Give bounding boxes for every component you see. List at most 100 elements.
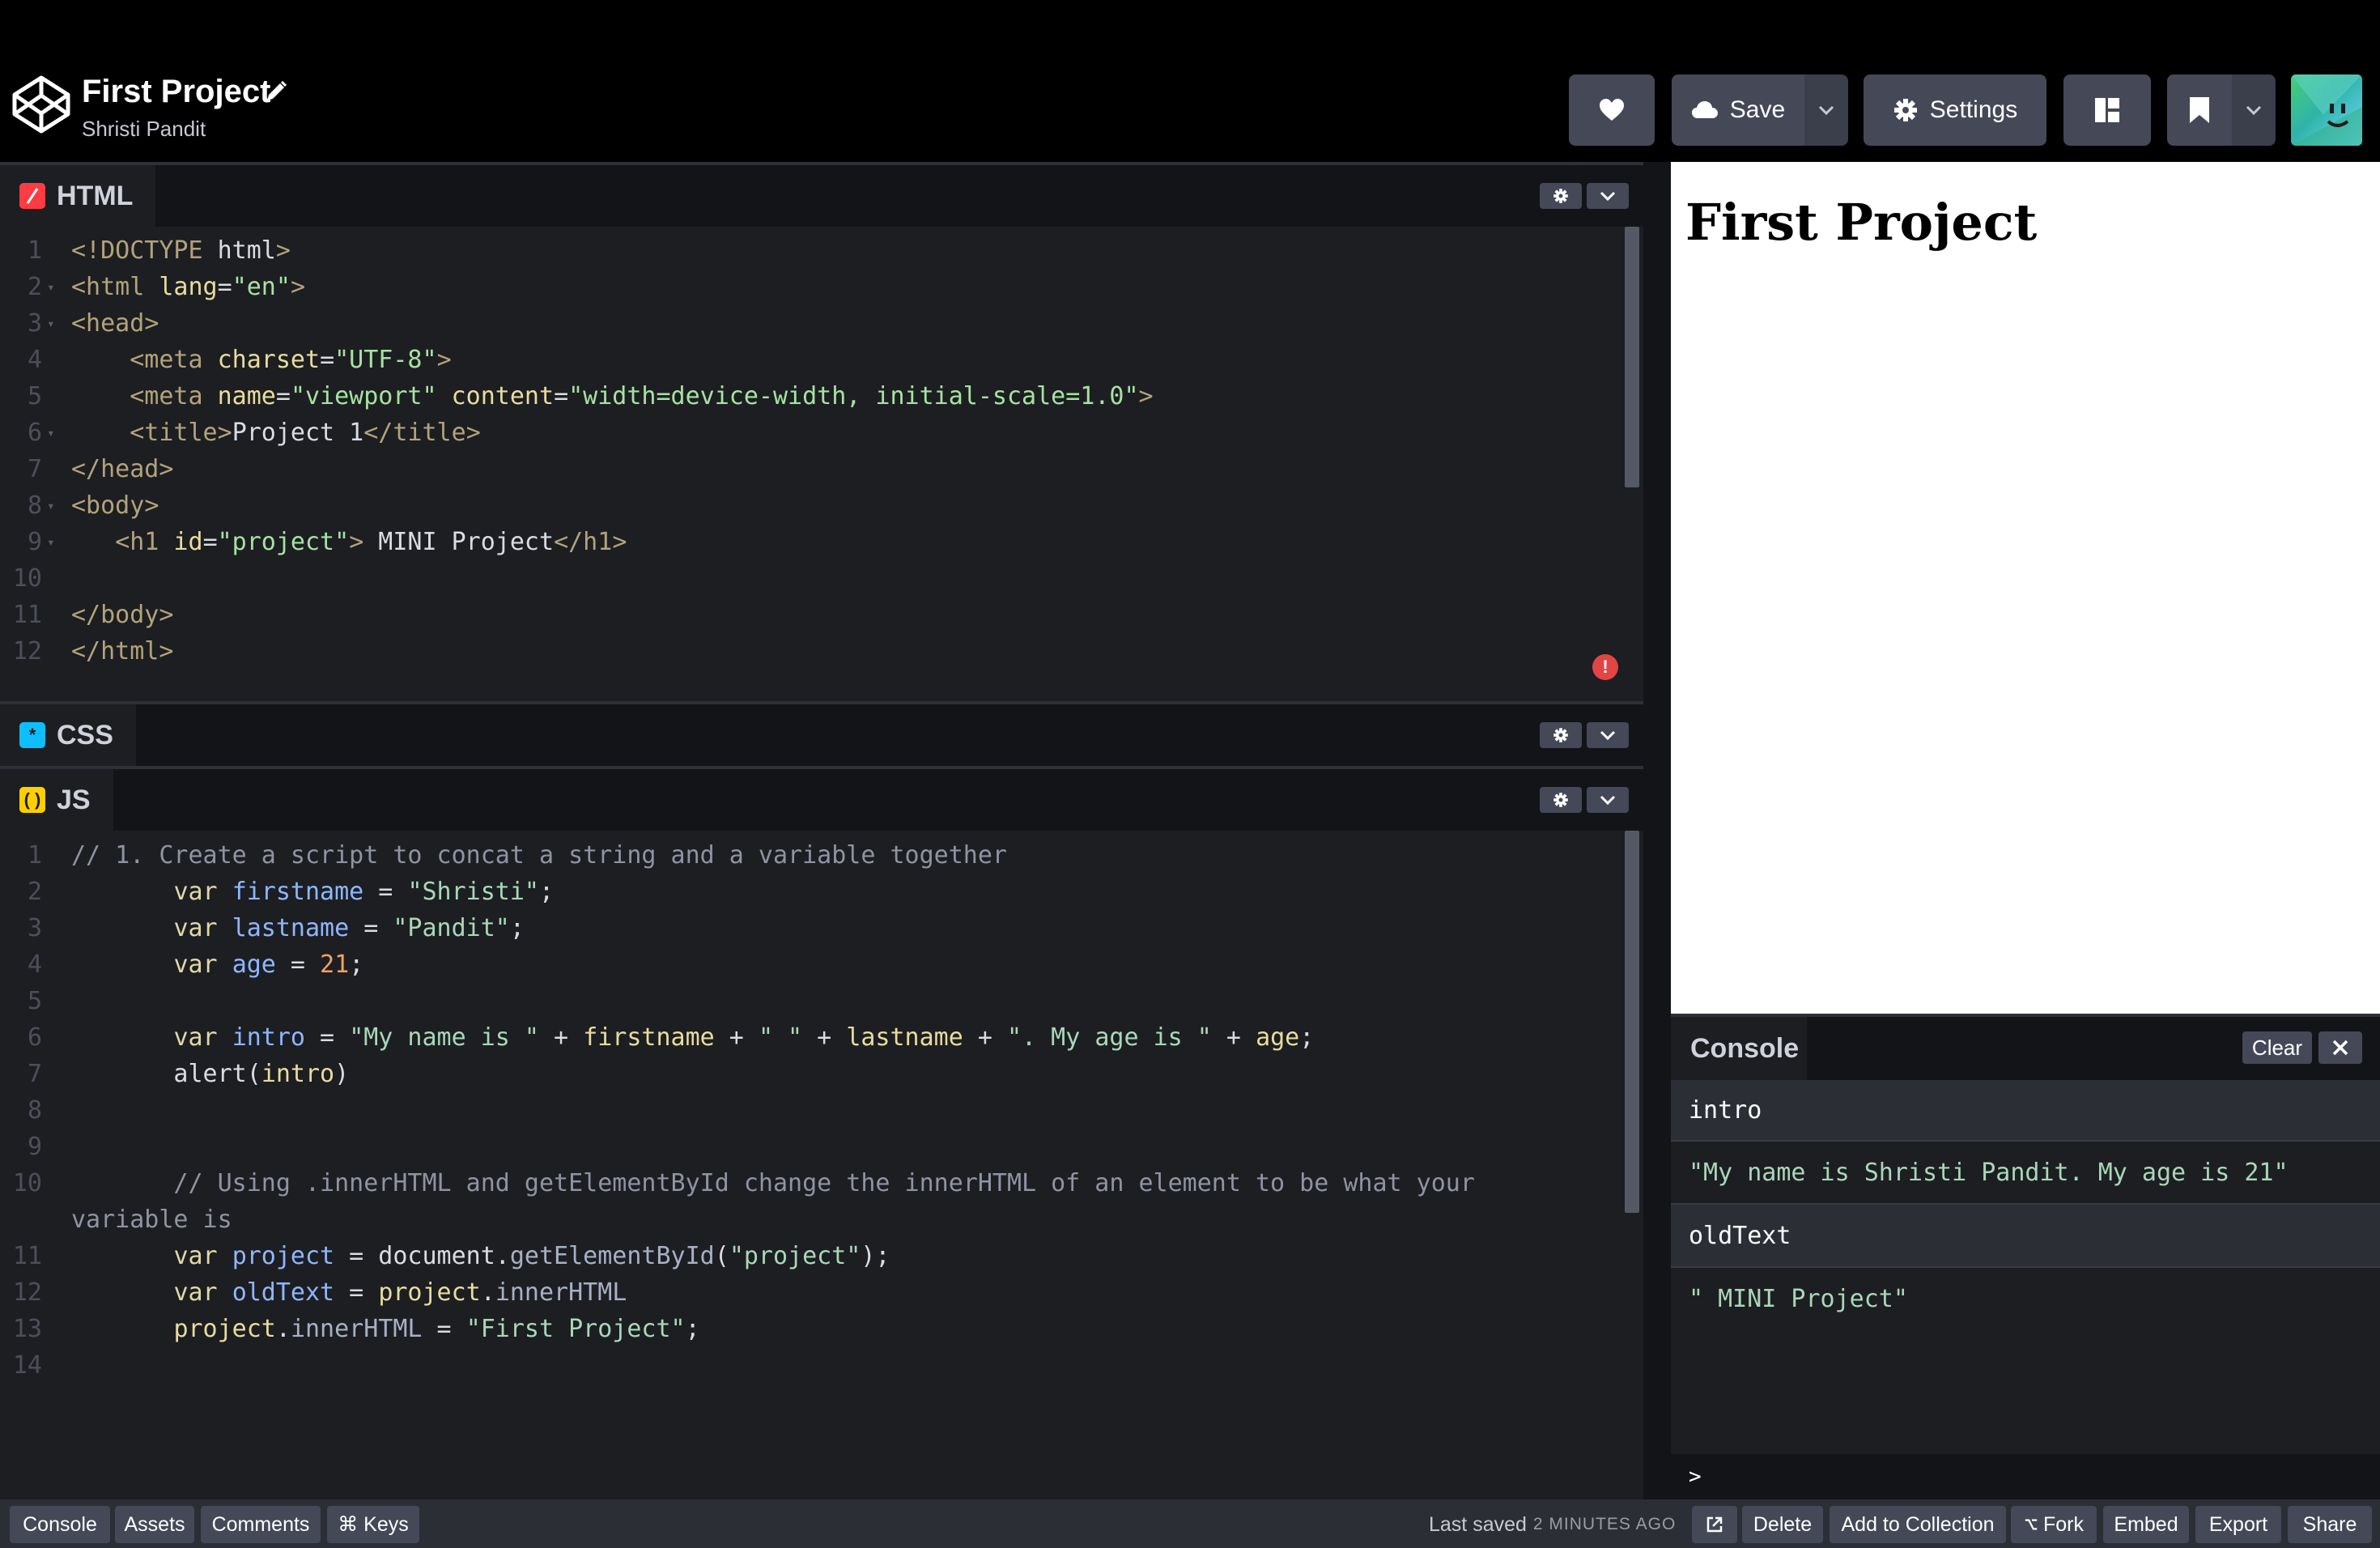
code-line[interactable]: 12 var oldText = project.innerHTML — [0, 1274, 1627, 1311]
footer-delete-button[interactable]: Delete — [1742, 1506, 1823, 1543]
code-line[interactable]: 6 var intro = "My name is " + firstname … — [0, 1019, 1627, 1056]
settings-button[interactable]: Settings — [1864, 74, 2046, 146]
code-text: <h1 id="project"> MINI Project</h1> — [115, 528, 627, 556]
line-number: 6 — [27, 1023, 42, 1052]
code-line[interactable]: 2 ▾ <html lang="en"> — [0, 269, 1627, 305]
footer-add-to-collection-button[interactable]: Add to Collection — [1830, 1506, 2006, 1543]
code-text: <html lang="en"> — [71, 273, 305, 301]
footer-comments-button[interactable]: Comments — [201, 1506, 321, 1543]
line-number: 5 — [27, 382, 42, 410]
code-line[interactable]: 8 ▾ <body> — [0, 487, 1627, 524]
code-line[interactable]: 10 — [0, 560, 1627, 597]
code-line[interactable]: 5 <meta name="viewport" content="width=d… — [0, 378, 1627, 415]
line-number: 1 — [27, 236, 42, 265]
console-clear-button[interactable]: Clear — [2242, 1031, 2312, 1064]
code-line[interactable]: 8 — [0, 1092, 1627, 1129]
code-line[interactable]: 4 <meta charset="UTF-8"> — [0, 342, 1627, 378]
code-line[interactable]: 13 project.innerHTML = "First Project"; — [0, 1311, 1627, 1347]
html-settings-button[interactable] — [1540, 183, 1582, 209]
html-code-editor[interactable]: 1 <!DOCTYPE html> 2 ▾ <html lang="en"> 3 ▾ <hea… — [0, 232, 1627, 670]
css-settings-button[interactable] — [1540, 722, 1582, 748]
code-line[interactable]: 11 var project = document.getElementById… — [0, 1238, 1627, 1274]
fold-arrow-icon[interactable]: ▾ — [47, 305, 55, 342]
fold-arrow-icon[interactable]: ▾ — [47, 415, 55, 451]
open-external-button[interactable] — [1692, 1506, 1737, 1543]
fold-arrow-icon[interactable]: ▾ — [47, 269, 55, 305]
footer-keys-button[interactable]: ⌘ Keys — [327, 1506, 419, 1543]
code-line[interactable]: 1 // 1. Create a script to concat a strin… — [0, 837, 1627, 874]
author-name[interactable]: Shristi Pandit — [82, 115, 206, 142]
line-number: 5 — [27, 987, 42, 1015]
code-text: var oldText = project.innerHTML — [173, 1278, 627, 1307]
line-number: 11 — [12, 1242, 42, 1270]
chevron-down-icon — [2246, 105, 2262, 115]
js-settings-button[interactable] — [1540, 787, 1582, 813]
editor-preview-resizer[interactable] — [1643, 162, 1671, 1499]
line-number: 7 — [27, 455, 42, 483]
project-title[interactable]: First Project — [82, 71, 270, 112]
save-button[interactable]: Save — [1672, 74, 1804, 146]
console-output-row: "My name is Shristi Pandit. My age is 21… — [1671, 1142, 2380, 1205]
change-view-button[interactable] — [2063, 74, 2151, 146]
console-prompt-input[interactable]: > — [1671, 1454, 2380, 1499]
code-line[interactable]: 2 var firstname = "Shristi"; — [0, 874, 1627, 910]
code-text: // 1. Create a script to concat a string… — [71, 841, 1007, 870]
footer-fork-button[interactable]: Fork — [2011, 1506, 2097, 1543]
footer-assets-button[interactable]: Assets — [115, 1506, 194, 1543]
js-pane-tab[interactable]: ( ) JS — [0, 769, 113, 831]
code-line[interactable]: 9 — [0, 1129, 1627, 1165]
code-line[interactable]: 9 ▾ <h1 id="project"> MINI Project</h1> — [0, 524, 1627, 560]
css-collapse-button[interactable] — [1587, 722, 1629, 748]
code-line[interactable]: 14 — [0, 1347, 1627, 1384]
bookmark-options-button[interactable] — [2232, 74, 2276, 146]
footer-embed-button[interactable]: Embed — [2103, 1506, 2189, 1543]
user-avatar[interactable] — [2291, 74, 2362, 146]
html-scrollbar[interactable] — [1625, 227, 1639, 487]
code-line[interactable]: 6 ▾ <title>Project 1</title> — [0, 415, 1627, 451]
code-line[interactable]: 4 var age = 21; — [0, 946, 1627, 983]
bookmark-button[interactable] — [2167, 74, 2232, 146]
line-number: 10 — [12, 564, 42, 593]
code-line[interactable]: 7 alert(intro) — [0, 1056, 1627, 1092]
layout-icon — [2095, 98, 2119, 122]
settings-label: Settings — [1929, 96, 2018, 123]
footer-share-button[interactable]: Share — [2288, 1506, 2372, 1543]
code-line[interactable]: 3 ▾ <head> — [0, 305, 1627, 342]
code-line[interactable]: 7 </head> — [0, 451, 1627, 487]
code-line[interactable]: 5 — [0, 983, 1627, 1019]
fold-arrow-icon[interactable]: ▾ — [47, 487, 55, 524]
pencil-edit-icon[interactable] — [264, 79, 288, 104]
console-output-row: " MINI Project" — [1671, 1268, 2380, 1329]
css-pane-tab[interactable]: * CSS — [0, 704, 136, 766]
css-pane-header: * CSS — [0, 701, 1643, 766]
code-line[interactable]: 12 </html> — [0, 633, 1627, 670]
code-text: variable is — [71, 1206, 232, 1234]
footer-export-button[interactable]: Export — [2195, 1506, 2281, 1543]
save-options-button[interactable] — [1804, 74, 1848, 146]
result-preview[interactable]: First Project — [1671, 162, 2380, 1014]
html-pane-tab[interactable]: HTML — [0, 165, 156, 227]
css-icon: * — [19, 722, 45, 748]
console-close-button[interactable] — [2318, 1031, 2362, 1064]
last-saved-label: Last saved — [1429, 1512, 1527, 1536]
js-scrollbar[interactable] — [1625, 831, 1639, 1213]
js-code-editor[interactable]: 1 // 1. Create a script to concat a strin… — [0, 837, 1627, 1384]
code-line[interactable]: 10 // Using .innerHTML and getElementByI… — [0, 1165, 1627, 1201]
line-number: 8 — [27, 491, 42, 520]
code-line[interactable]: 3 var lastname = "Pandit"; — [0, 910, 1627, 946]
codepen-logo-icon[interactable] — [11, 74, 71, 134]
footer-console-button[interactable]: Console — [10, 1506, 110, 1543]
avatar-face-icon — [2291, 74, 2362, 146]
bookmark-icon — [2190, 97, 2209, 123]
code-line[interactable]: 11 </body> — [0, 597, 1627, 633]
code-line[interactable]: variable is — [0, 1201, 1627, 1238]
love-button[interactable] — [1569, 74, 1655, 146]
gear-icon — [1553, 189, 1568, 203]
js-collapse-button[interactable] — [1587, 787, 1629, 813]
code-text: var firstname = "Shristi"; — [173, 878, 555, 906]
html-collapse-button[interactable] — [1587, 183, 1629, 209]
chevron-down-icon — [1600, 795, 1616, 805]
error-indicator-icon[interactable]: ! — [1592, 654, 1618, 680]
fold-arrow-icon[interactable]: ▾ — [47, 524, 55, 560]
code-line[interactable]: 1 <!DOCTYPE html> — [0, 232, 1627, 269]
